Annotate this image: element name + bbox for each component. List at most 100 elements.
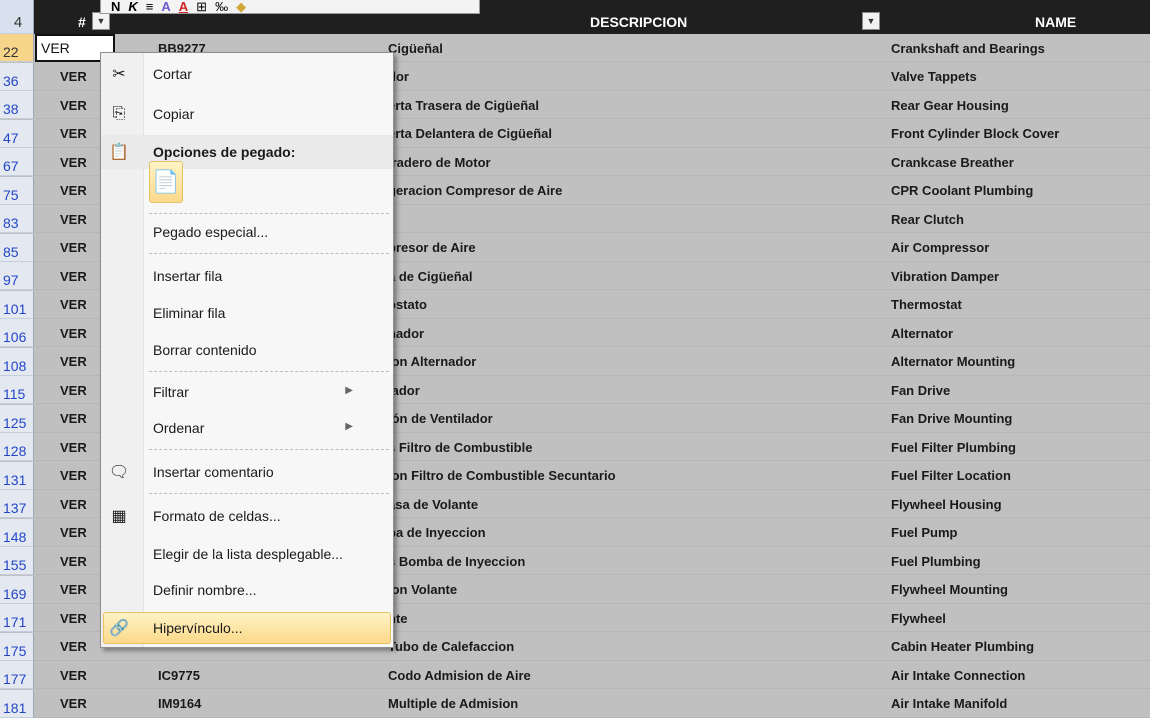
row-number-header[interactable]: 101	[0, 290, 34, 319]
cell-ver-link[interactable]: VER	[60, 91, 105, 119]
menu-item-pick-from-list[interactable]: Elegir de la lista desplegable...	[101, 537, 393, 571]
menu-item-insert-comment[interactable]: 🗨 Insertar comentario	[101, 455, 393, 489]
row-number-header[interactable]: 47	[0, 119, 34, 148]
cell-ver-link[interactable]: VER	[60, 177, 105, 205]
cell-descripcion[interactable]: iradero de Motor	[388, 148, 878, 176]
row-number-header[interactable]: 131	[0, 461, 34, 490]
cell-descripcion[interactable]: s Bomba de Inyeccion	[388, 547, 878, 575]
menu-item-insert-row[interactable]: Insertar fila	[101, 259, 393, 293]
menu-item-clear-contents[interactable]: Borrar contenido	[101, 333, 393, 367]
cell-descripcion[interactable]: geracion Compresor de Aire	[388, 177, 878, 205]
cell-name[interactable]: Crankcase Breather	[891, 148, 1150, 176]
row-number-header[interactable]: 106	[0, 319, 34, 347]
cell-code[interactable]: IC9775	[158, 661, 348, 689]
cell-ver-link[interactable]: VER	[60, 376, 105, 404]
row-number-header[interactable]: 83	[0, 205, 34, 233]
row-number-header[interactable]: 155	[0, 547, 34, 575]
cell-descripcion[interactable]: nador	[388, 319, 878, 347]
cell-descripcion[interactable]: ion Alternador	[388, 348, 878, 376]
row-number-header[interactable]: 171	[0, 604, 34, 632]
cell-name[interactable]: Fuel Pump	[891, 519, 1150, 547]
row-number-header[interactable]: 85	[0, 233, 34, 262]
header-row-number[interactable]: 4	[0, 0, 34, 34]
decimal-button[interactable]: ‰	[215, 0, 228, 13]
bold-button[interactable]: N	[111, 0, 120, 13]
cell-name[interactable]: Flywheel	[891, 604, 1150, 632]
filter-dropdown-button[interactable]: ▼	[92, 12, 110, 30]
cell-descripcion[interactable]: ion Filtro de Combustible Secuntario	[388, 462, 878, 490]
cell-descripcion[interactable]: Multiple de Admision	[388, 690, 878, 718]
cell-descripcion[interactable]: erta Trasera de Cigüeñal	[388, 91, 878, 119]
cell-name[interactable]: Rear Gear Housing	[891, 91, 1150, 119]
cell-ver-link[interactable]: VER	[60, 661, 105, 689]
cell-ver-link[interactable]: VER	[60, 319, 105, 347]
row-number-header[interactable]: 128	[0, 433, 34, 461]
menu-item-filter[interactable]: Filtrar ▶	[101, 375, 393, 409]
row-number-header[interactable]: 169	[0, 575, 34, 604]
cell-name[interactable]: Vibration Damper	[891, 262, 1150, 290]
cell-descripcion[interactable]: erta Delantera de Cigüeñal	[388, 120, 878, 148]
row-number-header[interactable]: 125	[0, 404, 34, 433]
row-number-header[interactable]: 67	[0, 148, 34, 176]
cell-descripcion[interactable]: ión de Ventilador	[388, 405, 878, 433]
cell-descripcion[interactable]: s Filtro de Combustible	[388, 433, 878, 461]
cell-descripcion[interactable]: presor de Aire	[388, 234, 878, 262]
cell-descripcion[interactable]: a de Cigüeñal	[388, 262, 878, 290]
cell-name[interactable]: Cabin Heater Plumbing	[891, 633, 1150, 661]
row-number-header[interactable]: 181	[0, 689, 34, 718]
cell-descripcion[interactable]	[388, 205, 878, 233]
cell-name[interactable]: Crankshaft and Bearings	[891, 34, 1150, 62]
cell-descripcion[interactable]: Tubo de Calefaccion	[388, 633, 878, 661]
cell-ver-link[interactable]: VER	[60, 690, 105, 718]
cell-ver-link[interactable]: VER	[60, 547, 105, 575]
cell-ver-link[interactable]: VER	[60, 234, 105, 262]
cell-ver-link[interactable]: VER	[60, 291, 105, 319]
cell-name[interactable]: Fuel Plumbing	[891, 547, 1150, 575]
paste-button[interactable]: 📄	[149, 161, 183, 203]
row-number-header[interactable]: 115	[0, 376, 34, 404]
cell-name[interactable]: Thermostat	[891, 291, 1150, 319]
menu-item-sort[interactable]: Ordenar ▶	[101, 411, 393, 445]
table-row[interactable]: 177 VER IC9775 Codo Admision de Aire Air Int…	[0, 661, 1150, 689]
fill-color-button[interactable]: A	[161, 0, 170, 13]
cell-name[interactable]: Fuel Filter Plumbing	[891, 433, 1150, 461]
cell-ver-link[interactable]: VER	[60, 148, 105, 176]
table-row[interactable]: 181 VER IM9164 Multiple de Admision Air Inta…	[0, 689, 1150, 718]
menu-item-define-name[interactable]: Definir nombre...	[101, 573, 393, 607]
cell-ver-link[interactable]: VER	[60, 63, 105, 91]
cell-name[interactable]: Fan Drive	[891, 376, 1150, 404]
row-number-header[interactable]: 36	[0, 62, 34, 91]
filter-dropdown-descripcion[interactable]: ▼	[862, 12, 880, 30]
menu-item-format-cells[interactable]: ▦ Formato de celdas...	[101, 499, 393, 533]
row-number-header[interactable]: 108	[0, 347, 34, 376]
cell-ver-link[interactable]: VER	[60, 462, 105, 490]
cell-name[interactable]: Alternator Mounting	[891, 348, 1150, 376]
cell-name[interactable]: Valve Tappets	[891, 63, 1150, 91]
cell-descripcion[interactable]: Codo Admision de Aire	[388, 661, 878, 689]
italic-button[interactable]: K	[128, 0, 137, 13]
font-color-button[interactable]: A	[179, 0, 188, 13]
cell-name[interactable]: Fuel Filter Location	[891, 462, 1150, 490]
row-number-header[interactable]: 148	[0, 518, 34, 547]
cell-code[interactable]: IM9164	[158, 690, 348, 718]
cell-descripcion[interactable]: ba de Inyeccion	[388, 519, 878, 547]
cell-name[interactable]: Flywheel Mounting	[891, 576, 1150, 604]
cell-name[interactable]: Air Intake Connection	[891, 661, 1150, 689]
cell-descripcion[interactable]: ostato	[388, 291, 878, 319]
cell-descripcion[interactable]: Cigüeñal	[388, 34, 878, 62]
menu-item-paste-special[interactable]: Pegado especial...	[101, 215, 393, 249]
cell-name[interactable]: Air Intake Manifold	[891, 690, 1150, 718]
row-number-header[interactable]: 177	[0, 661, 34, 689]
row-number-header[interactable]: 22	[0, 34, 34, 62]
cell-ver-link[interactable]: VER	[60, 519, 105, 547]
row-number-header[interactable]: 75	[0, 176, 34, 205]
row-number-header[interactable]: 38	[0, 91, 34, 119]
cell-ver-link[interactable]: VER	[60, 262, 105, 290]
cell-ver-link[interactable]: VER	[60, 633, 105, 661]
row-number-header[interactable]: 137	[0, 490, 34, 518]
cell-name[interactable]: Front Cylinder Block Cover	[891, 120, 1150, 148]
cell-name[interactable]: Flywheel Housing	[891, 490, 1150, 518]
row-number-header[interactable]: 97	[0, 262, 34, 290]
format-painter-button[interactable]: ◆	[236, 0, 246, 13]
cell-ver-link[interactable]: VER	[60, 490, 105, 518]
